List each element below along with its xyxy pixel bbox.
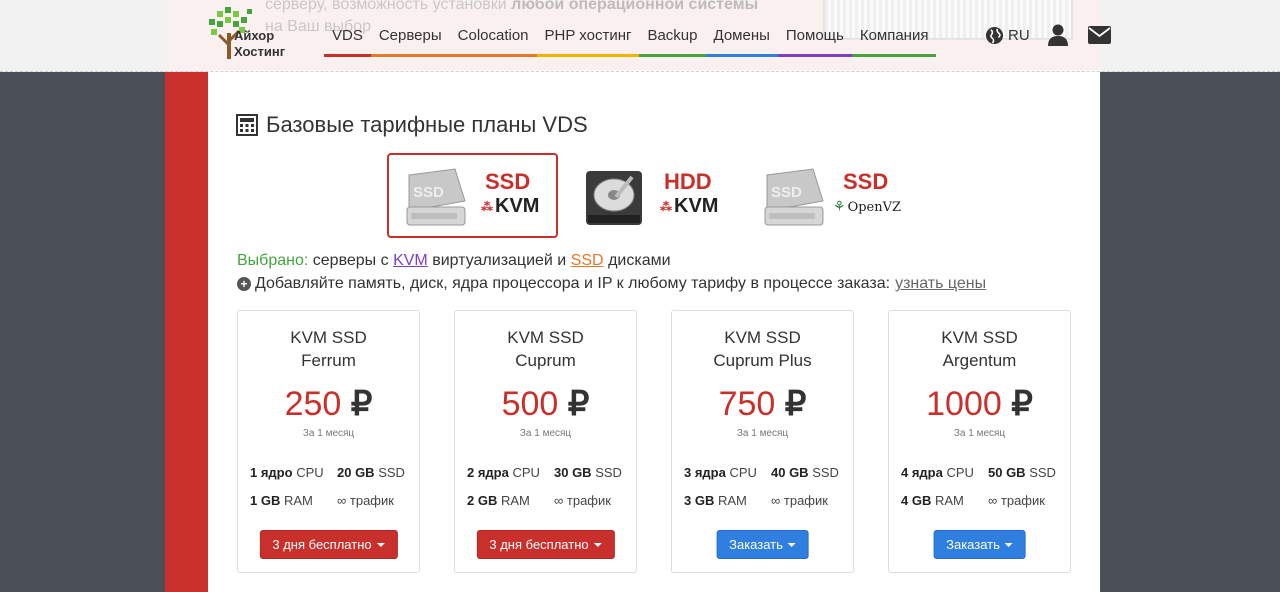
spec-disk: 40 GB SSD [771,465,839,480]
plan-type-selector: SSD SSD ⁂ KVM HDD ⁂ KVM SSD SSD ⚘ OpenVZ [387,153,924,238]
spec-cpu: 3 ядра CPU [684,465,757,480]
nav-item-backup[interactable]: Backup [639,26,706,57]
type-sub-label: ⁂ KVM [481,195,539,218]
spec-cpu: 4 ядра CPU [901,465,974,480]
caret-down-icon [787,542,796,547]
plan-period: За 1 месяц [953,428,1006,439]
type-label: SSD [485,169,531,194]
spec-traffic: ∞ трафик [771,493,828,508]
plan-price: 750 ₽ [718,385,807,423]
plan-specs: 1 ядро CPU 20 GB SSD 1 GB RAM ∞ трафик [250,465,410,508]
plan-name: KVM SSD Cuprum Plus [713,328,812,370]
selected-label: Выбрано: [237,252,309,269]
site-header: серверу, возможность установки любой опе… [0,0,1280,72]
prices-link[interactable]: узнать цены [895,275,986,293]
plan-card-cuprum-plus: KVM SSD Cuprum Plus 750 ₽ За 1 месяц 3 яд… [671,310,854,573]
spec-cpu: 2 ядра CPU [467,465,540,480]
type-sub-text: KVM [495,195,540,217]
header-actions: RU [985,24,1131,46]
type-sub-label: ⁂ KVM [660,195,718,218]
ssd-link[interactable]: SSD [571,252,604,269]
plus-circle-icon: + [237,277,251,291]
caret-down-icon [376,542,385,547]
plan-price: 250 ₽ [284,385,373,423]
type-sub-text: KVM [674,195,719,217]
nav-item-domains[interactable]: Домены [705,26,778,57]
selection-info: Выбрано: серверы с KVM виртуализацией и … [237,252,671,270]
plan-specs: 4 ядра CPU 50 GB SSD 4 GB RAM ∞ трафик [901,465,1061,508]
kvm-link[interactable]: KVM [393,252,428,269]
spec-disk: 30 GB SSD [554,465,622,480]
language-switcher[interactable]: RU [985,26,1030,45]
plan-price: 1000 ₽ [926,385,1033,423]
nav-item-vds[interactable]: VDS [324,26,371,57]
type-hdd-kvm[interactable]: HDD ⁂ KVM [566,153,737,238]
section-title: Базовые тарифные планы VDS [236,112,588,138]
plan-period: За 1 месяц [736,428,789,439]
spec-disk: 50 GB SSD [988,465,1056,480]
svg-text:SSD: SSD [771,184,802,201]
nav-item-company[interactable]: Компания [851,26,937,57]
plan-price: 500 ₽ [501,385,590,423]
selected-text: дисками [608,252,671,269]
plan-list: KVM SSD Ferrum 250 ₽ За 1 месяц 1 ядро CP… [237,310,1071,573]
addons-info: + Добавляйте память, диск, ядра процессо… [237,275,986,293]
type-label: HDD [664,169,712,194]
free-trial-button[interactable]: 3 дня бесплатно [259,530,398,559]
spec-ram: 2 GB RAM [467,493,530,508]
plan-card-argentum: KVM SSD Argentum 1000 ₽ За 1 месяц 4 ядра… [888,310,1071,573]
plan-name: KVM SSD Ferrum [290,328,367,370]
addons-text: Добавляйте память, диск, ядра процессора… [255,275,891,292]
kvm-logo-icon: ⁂ [660,199,672,214]
free-trial-button[interactable]: 3 дня бесплатно [476,530,615,559]
type-sub-label: ⚘ OpenVZ [833,199,901,215]
calculator-icon [236,114,258,136]
type-ssd-kvm[interactable]: SSD SSD ⁂ KVM [387,153,558,238]
order-button[interactable]: Заказать [933,530,1026,559]
selected-text: серверы с [312,252,389,269]
type-ssd-openvz[interactable]: SSD SSD ⚘ OpenVZ [745,153,916,238]
type-sub-text: OpenVZ [847,199,902,215]
selected-text: виртуализацией и [432,252,567,269]
type-label: SSD [843,169,889,194]
spec-traffic: ∞ трафик [988,493,1045,508]
spec-traffic: ∞ трафик [337,493,394,508]
plan-specs: 2 ядра CPU 30 GB SSD 2 GB RAM ∞ трафик [467,465,627,508]
nav-item-colocation[interactable]: Colocation [449,26,537,57]
openvz-logo-icon: ⚘ [833,199,846,215]
spec-cpu: 1 ядро CPU [250,465,324,480]
spec-ram: 3 GB RAM [684,493,747,508]
caret-down-icon [593,542,602,547]
section-title-text: Базовые тарифные планы VDS [266,112,588,137]
plan-name: KVM SSD Cuprum [507,328,584,370]
globe-icon [985,26,1004,44]
envelope-icon[interactable] [1087,26,1111,44]
plan-period: За 1 месяц [519,428,572,439]
ssd-drive-icon: SSD [764,168,824,226]
logo-text[interactable]: Айхор Хостинг [234,28,285,60]
hdd-drive-icon [586,171,642,225]
nav-item-help[interactable]: Помощь [777,26,852,57]
spec-ram: 4 GB RAM [901,493,964,508]
user-icon[interactable] [1047,24,1068,46]
nav-item-php-hosting[interactable]: PHP хостинг [536,26,640,57]
plan-card-ferrum: KVM SSD Ferrum 250 ₽ За 1 месяц 1 ядро CP… [237,310,420,573]
caret-down-icon [1004,542,1013,547]
plan-period: За 1 месяц [302,428,355,439]
kvm-logo-icon: ⁂ [481,199,493,214]
plan-card-cuprum: KVM SSD Cuprum 500 ₽ За 1 месяц 2 ядра CP… [454,310,637,573]
plan-name: KVM SSD Argentum [941,328,1018,370]
ssd-drive-icon: SSD [406,168,466,226]
logo-line-2: Хостинг [234,44,286,59]
language-label: RU [1008,26,1030,44]
order-button[interactable]: Заказать [716,530,809,559]
spec-traffic: ∞ трафик [554,493,611,508]
main-nav: VDS Серверы Colocation PHP хостинг Backu… [324,26,937,57]
svg-text:SSD: SSD [413,184,444,201]
spec-disk: 20 GB SSD [337,465,405,480]
spec-ram: 1 GB RAM [250,493,313,508]
plan-specs: 3 ядра CPU 40 GB SSD 3 GB RAM ∞ трафик [684,465,844,508]
logo-line-1: Айхор [234,28,275,43]
nav-item-servers[interactable]: Серверы [370,26,450,57]
